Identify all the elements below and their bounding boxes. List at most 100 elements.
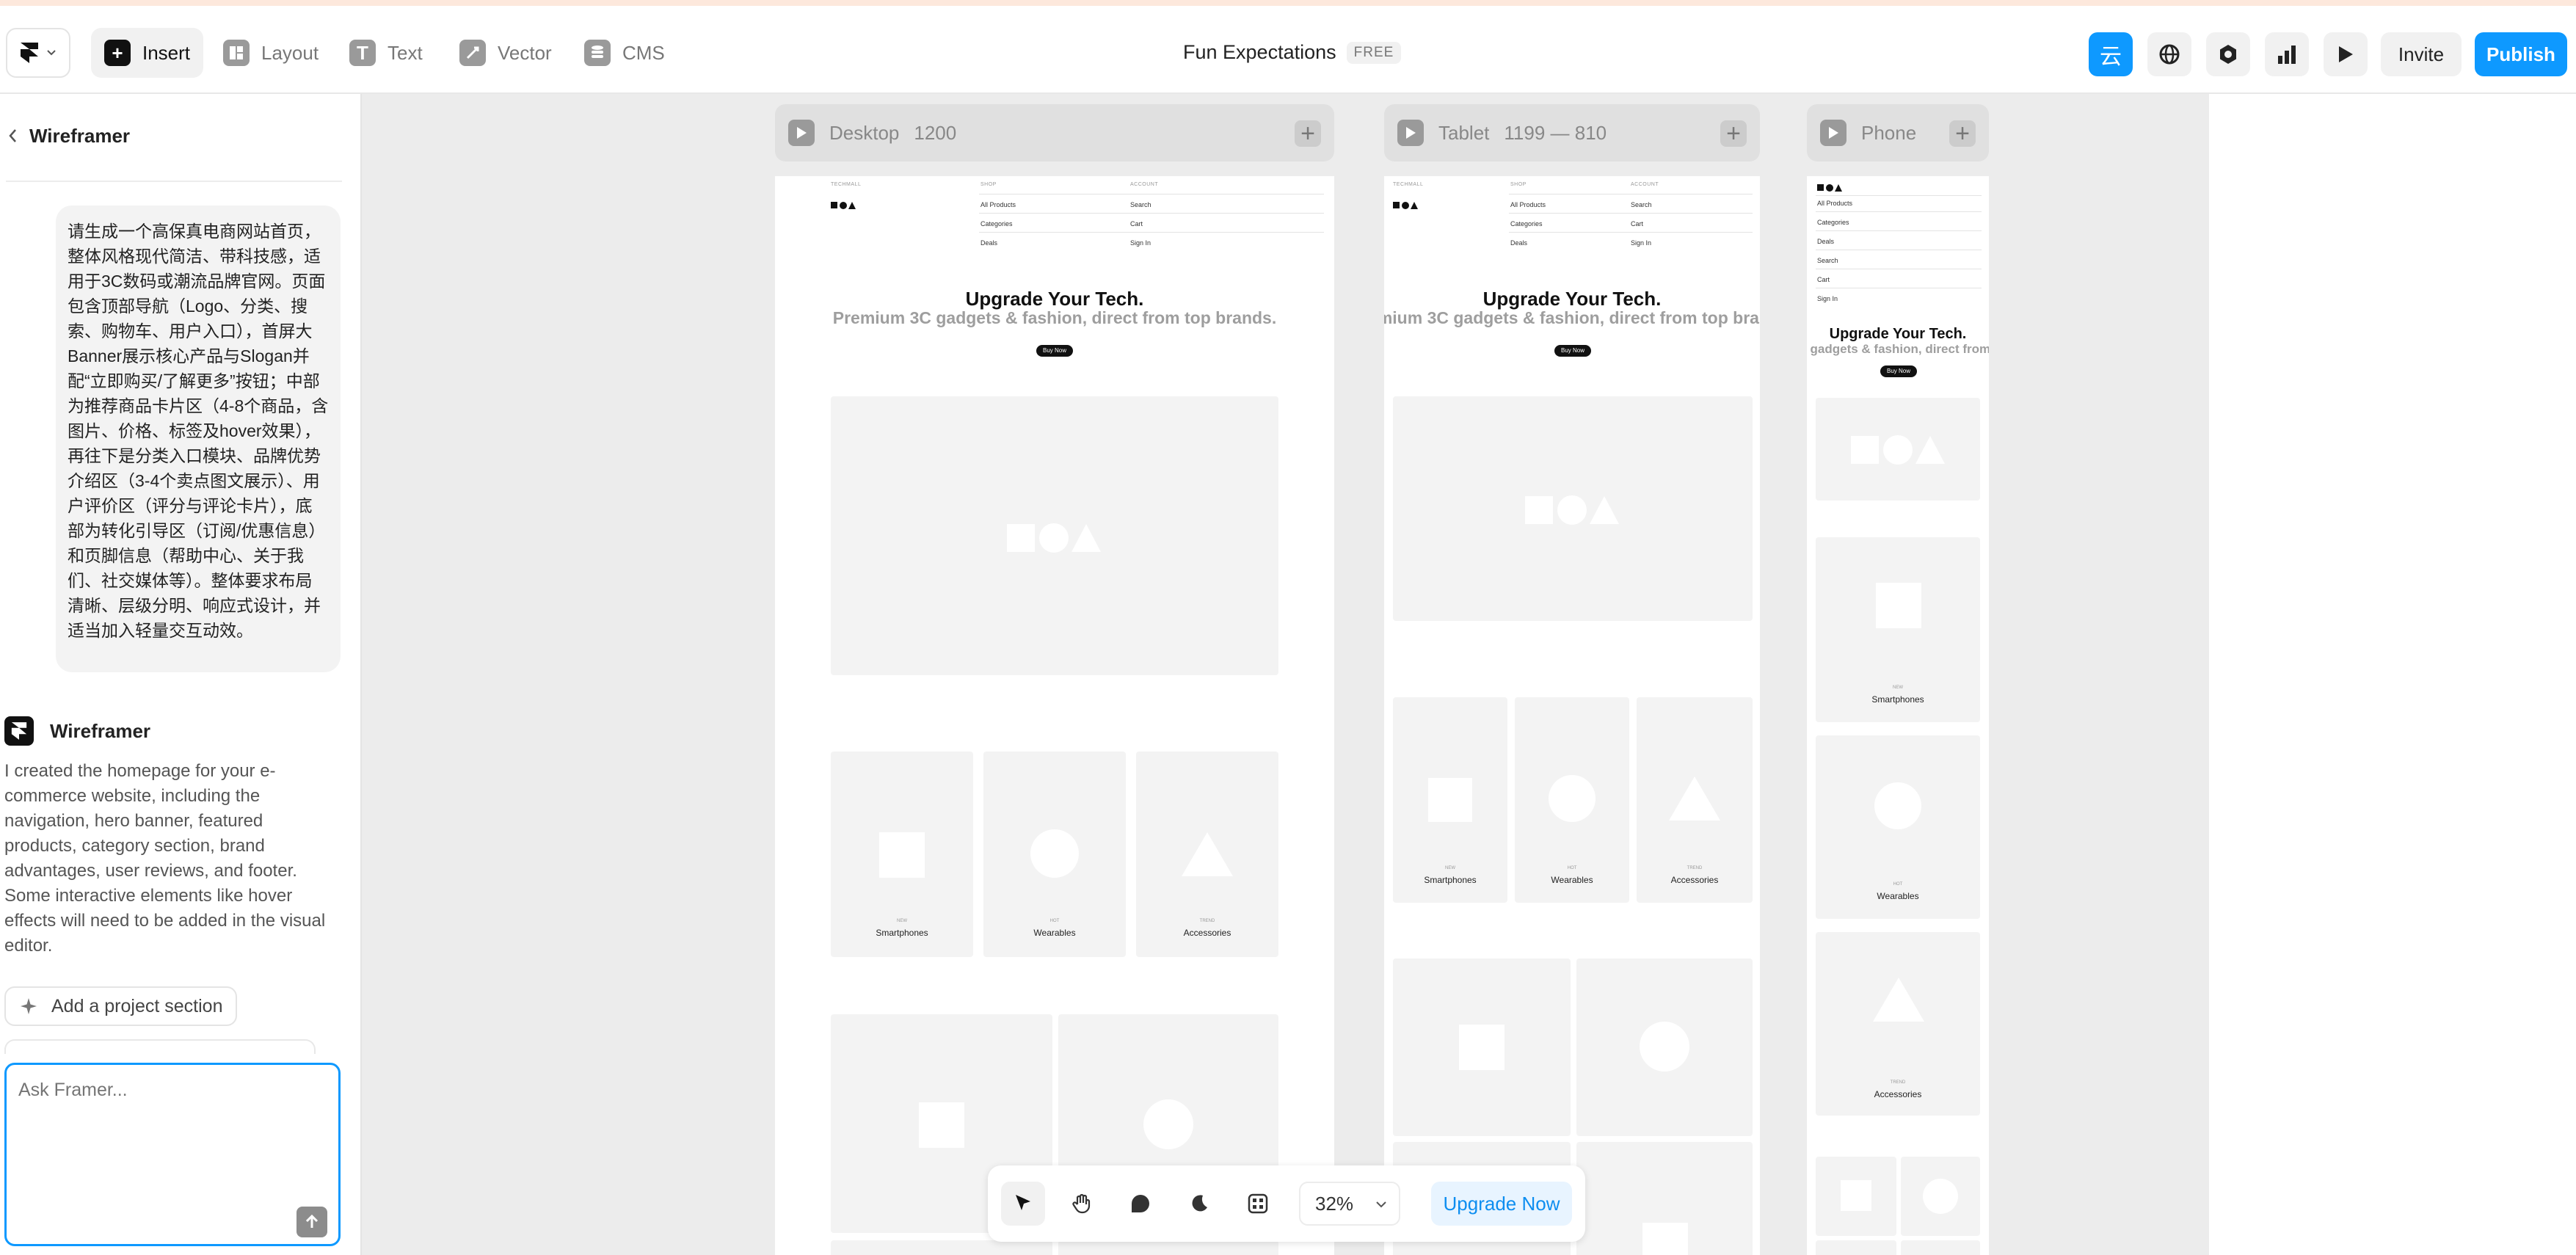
circle-shape: [1549, 775, 1596, 822]
desktop-frame[interactable]: TECHMALL SHOP ACCOUNT All Products Searc…: [775, 176, 1334, 1255]
framer-menu-button[interactable]: [6, 28, 70, 78]
category-card[interactable]: HOT Wearables: [1816, 735, 1980, 919]
desktop-frame-size: 1200: [914, 121, 957, 144]
nav-deals[interactable]: Deals: [1817, 238, 1834, 245]
components-button[interactable]: [1236, 1182, 1280, 1226]
square-shape: [1642, 1223, 1688, 1255]
zoom-select[interactable]: 32%: [1299, 1182, 1400, 1226]
nav-all-products[interactable]: All Products: [980, 201, 1016, 208]
nav-cart[interactable]: Cart: [1130, 220, 1143, 228]
add-breakpoint-icon[interactable]: +: [1295, 120, 1321, 147]
category-name: Accessories: [1874, 1089, 1922, 1099]
tablet-frame-header[interactable]: Tablet 1199 — 810 +: [1384, 104, 1760, 161]
phone-frame[interactable]: All Products Categories Deals Search Car…: [1807, 176, 1989, 1255]
zoom-value: 32%: [1315, 1192, 1354, 1215]
category-card[interactable]: NEW Smartphones: [1816, 537, 1980, 722]
dark-mode-button[interactable]: [1177, 1182, 1221, 1226]
chevron-down-icon: [1376, 1201, 1386, 1208]
category-name: Accessories: [1670, 875, 1719, 885]
analytics-button[interactable]: [2265, 32, 2309, 76]
product-card[interactable]: [1901, 1157, 1980, 1236]
cms-tool-button[interactable]: CMS: [571, 28, 678, 78]
vector-tool-label: Vector: [498, 41, 552, 64]
comment-tool-button[interactable]: [1118, 1182, 1163, 1226]
add-breakpoint-icon[interactable]: +: [1720, 120, 1747, 147]
product-card[interactable]: [1058, 1240, 1278, 1255]
layout-icon: [223, 40, 250, 66]
circle-shape: [1874, 782, 1921, 829]
product-card[interactable]: [1816, 1157, 1896, 1236]
category-card[interactable]: TREND Accessories: [1136, 752, 1278, 957]
triangle-shape: [1669, 776, 1720, 821]
category-name: Smartphones: [876, 928, 928, 938]
site-settings-button[interactable]: [2147, 32, 2191, 76]
nav-deals[interactable]: Deals: [980, 239, 997, 247]
nav-deals[interactable]: Deals: [1510, 239, 1527, 247]
product-card[interactable]: [1901, 1240, 1980, 1255]
chevron-down-icon: [47, 50, 56, 56]
upgrade-now-button[interactable]: Upgrade Now: [1431, 1182, 1572, 1226]
panel-divider: [6, 181, 342, 182]
project-name: Fun Expectations: [1183, 41, 1336, 63]
nav-cart[interactable]: Cart: [1817, 276, 1830, 283]
product-card[interactable]: [1576, 1142, 1753, 1255]
image-placeholder-icon: [1851, 435, 1945, 465]
nav-sign-in[interactable]: Sign In: [1130, 239, 1151, 247]
hero-title: Upgrade Your Tech.: [1482, 288, 1662, 310]
phone-frame-header[interactable]: Phone +: [1807, 104, 1989, 161]
category-card[interactable]: NEW Smartphones: [1393, 697, 1507, 903]
product-card[interactable]: [1816, 1240, 1896, 1255]
play-icon[interactable]: [788, 120, 815, 146]
nav-search[interactable]: Search: [1817, 257, 1838, 264]
product-card[interactable]: [1393, 958, 1571, 1136]
text-icon: T: [349, 40, 376, 66]
tablet-frame[interactable]: TECHMALL SHOP ACCOUNT All Products Searc…: [1384, 176, 1760, 1255]
preview-button[interactable]: [2324, 32, 2368, 76]
back-button[interactable]: [7, 126, 18, 149]
nav-cart[interactable]: Cart: [1631, 220, 1643, 228]
add-breakpoint-icon[interactable]: +: [1949, 120, 1976, 147]
play-icon[interactable]: [1820, 120, 1847, 146]
nav-all-products[interactable]: All Products: [1510, 201, 1546, 208]
text-tool-button[interactable]: T Text: [336, 28, 436, 78]
buy-now-button[interactable]: Buy Now: [1554, 345, 1591, 357]
nav-search[interactable]: Search: [1130, 201, 1151, 208]
suggestion-chip[interactable]: Add a project section: [4, 986, 238, 1026]
nav-all-products[interactable]: All Products: [1817, 200, 1852, 207]
nav-divider: [1816, 230, 1982, 231]
category-card[interactable]: TREND Accessories: [1816, 932, 1980, 1116]
category-card[interactable]: TREND Accessories: [1637, 697, 1753, 903]
product-card[interactable]: [1576, 958, 1753, 1136]
desktop-frame-header[interactable]: Desktop 1200 +: [775, 104, 1334, 161]
ask-input[interactable]: [4, 1063, 341, 1246]
nav-categories[interactable]: Categories: [1510, 220, 1543, 228]
ai-assistant-button[interactable]: 云: [2089, 32, 2133, 76]
globe-icon: [2159, 44, 2180, 65]
suggestion-chip-partial[interactable]: [4, 1039, 316, 1054]
category-card[interactable]: HOT Wearables: [983, 752, 1126, 957]
product-card[interactable]: [831, 1240, 1052, 1255]
play-icon[interactable]: [1397, 120, 1424, 146]
category-card[interactable]: HOT Wearables: [1515, 697, 1629, 903]
nav-categories[interactable]: Categories: [980, 220, 1013, 228]
arrow-up-icon: [305, 1214, 319, 1228]
publish-button[interactable]: Publish: [2475, 32, 2567, 76]
send-button[interactable]: [296, 1207, 327, 1237]
category-name: Smartphones: [1424, 875, 1477, 885]
vector-tool-button[interactable]: Vector: [446, 28, 565, 78]
invite-button[interactable]: Invite: [2381, 32, 2462, 76]
nav-search[interactable]: Search: [1631, 201, 1652, 208]
category-card[interactable]: NEW Smartphones: [831, 752, 973, 957]
insert-tool-button[interactable]: + Insert: [91, 28, 204, 78]
nav-sign-in[interactable]: Sign In: [1817, 295, 1838, 302]
nav-sign-in[interactable]: Sign In: [1631, 239, 1651, 247]
buy-now-button[interactable]: Buy Now: [1036, 345, 1073, 357]
nav-categories[interactable]: Categories: [1817, 219, 1849, 226]
hand-tool-button[interactable]: [1060, 1182, 1104, 1226]
plugins-button[interactable]: [2206, 32, 2250, 76]
canvas-blank-area: [2209, 94, 2576, 1255]
select-tool-button[interactable]: [1001, 1182, 1045, 1226]
layout-tool-button[interactable]: Layout: [210, 28, 332, 78]
buy-now-button[interactable]: Buy Now: [1880, 365, 1917, 377]
project-title[interactable]: Fun Expectations FREE: [1183, 41, 1402, 64]
